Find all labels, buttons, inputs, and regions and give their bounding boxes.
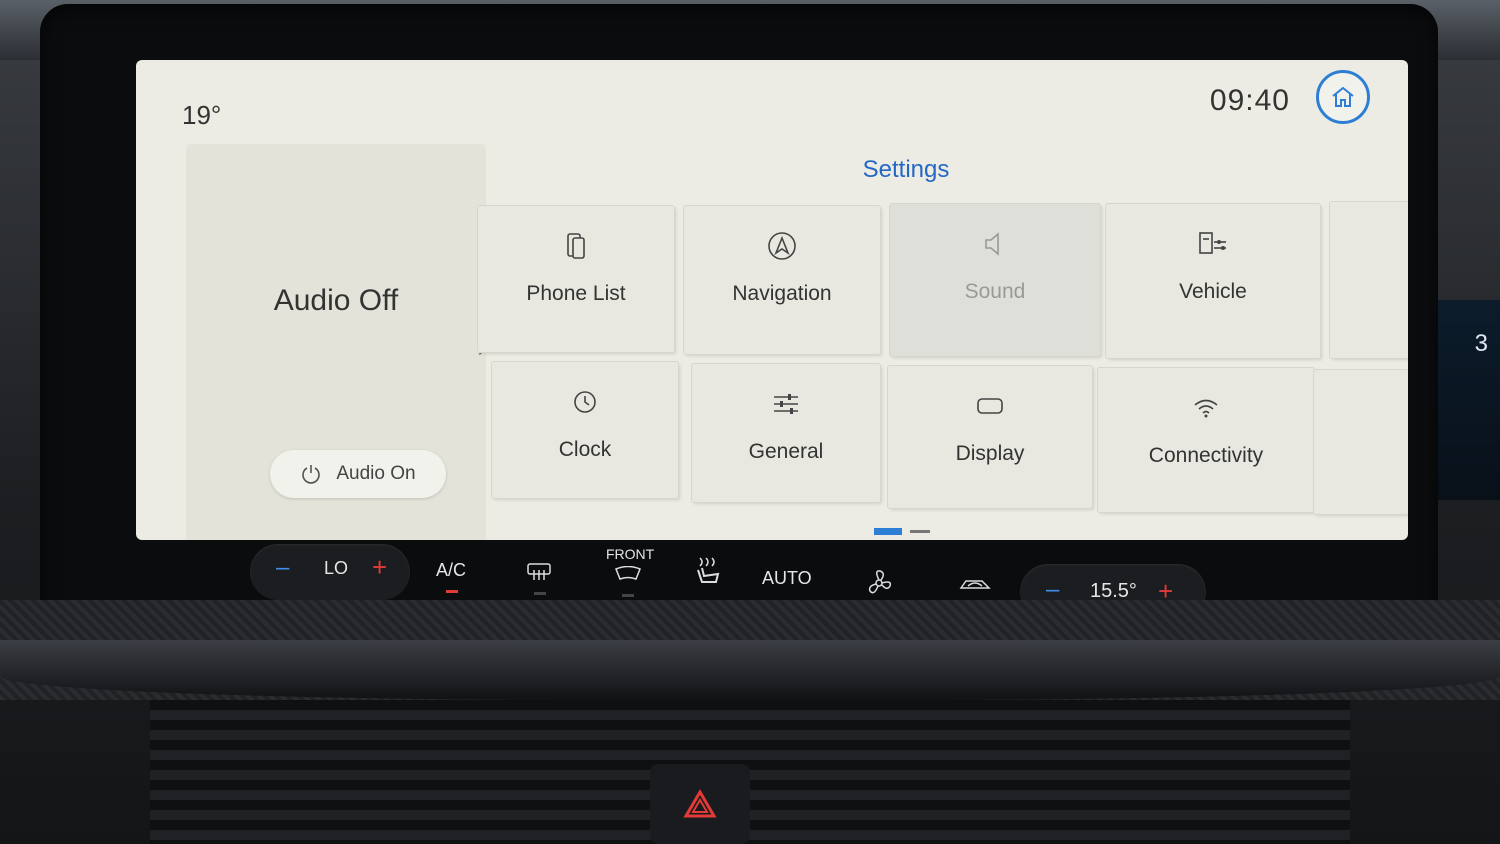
audio-status-title: Audio Off [273,284,399,317]
dashboard-trim-edge [0,640,1500,700]
front-label: FRONT [606,546,655,562]
tile-label: Phone List [526,282,626,305]
audio-on-button[interactable]: Audio On [270,450,446,498]
tile-sound[interactable]: Sound [890,204,1100,356]
tile-label: Navigation [732,282,832,305]
rear-defrost-icon[interactable] [526,562,552,582]
touchscreen: 19° 09:40 Audio Off Audio On › Settings [136,60,1408,540]
front-defrost-indicator [622,594,634,597]
tile-more-partial[interactable] [1330,202,1408,358]
driver-temp-increase[interactable]: + [372,552,387,583]
tile-clock[interactable]: Clock [492,362,678,498]
recirculation-icon[interactable] [958,576,992,594]
tile-display[interactable]: Display [888,366,1092,508]
ac-indicator [446,590,458,593]
settings-page-indicator [874,528,930,535]
phone-list-icon [567,233,585,259]
sliders-icon [774,394,798,414]
page-dot[interactable] [910,530,930,533]
tile-label: Display [955,442,1025,465]
rear-defrost-indicator [534,592,546,595]
fan-icon[interactable] [864,568,894,598]
hazard-button[interactable] [650,764,750,844]
vehicle-settings-icon [1199,232,1226,254]
outside-temperature: 19° [182,100,222,130]
air-vents [150,700,1350,844]
navigation-icon [768,232,796,260]
auto-button[interactable]: AUTO [762,568,812,589]
tile-general[interactable]: General [692,364,880,502]
clock-icon [574,391,596,413]
audio-on-label: Audio On [336,463,416,484]
power-icon [302,465,321,484]
driver-temp-decrease[interactable]: – [276,554,289,582]
tile-label: Vehicle [1179,280,1247,303]
tile-vehicle[interactable]: Vehicle [1106,204,1320,358]
tile-more-partial[interactable] [1314,370,1408,514]
ac-button[interactable]: A/C [436,560,466,581]
gauge-number-3: 3 [1474,330,1488,357]
display-icon [977,398,1003,414]
tile-label: General [748,440,824,463]
home-button[interactable] [1316,70,1370,124]
tile-label: Sound [964,280,1026,303]
wifi-icon [1194,399,1218,418]
tile-label: Clock [558,438,612,461]
tile-connectivity[interactable]: Connectivity [1098,368,1314,512]
audio-panel: Audio Off Audio On [186,144,486,540]
speaker-icon [985,232,999,256]
hazard-warning-icon [683,789,717,818]
heated-seat-icon[interactable] [690,554,724,588]
home-icon [1332,86,1354,107]
front-defrost-icon[interactable] [614,566,642,582]
page-dot-active[interactable] [874,528,902,535]
driver-temp-value: LO [324,558,349,578]
status-clock: 09:40 [1209,84,1290,117]
tile-label: Connectivity [1148,444,1264,467]
tile-phone-list[interactable]: Phone List [478,206,674,352]
page-title: Settings [862,156,950,183]
tile-navigation[interactable]: Navigation [684,206,880,354]
